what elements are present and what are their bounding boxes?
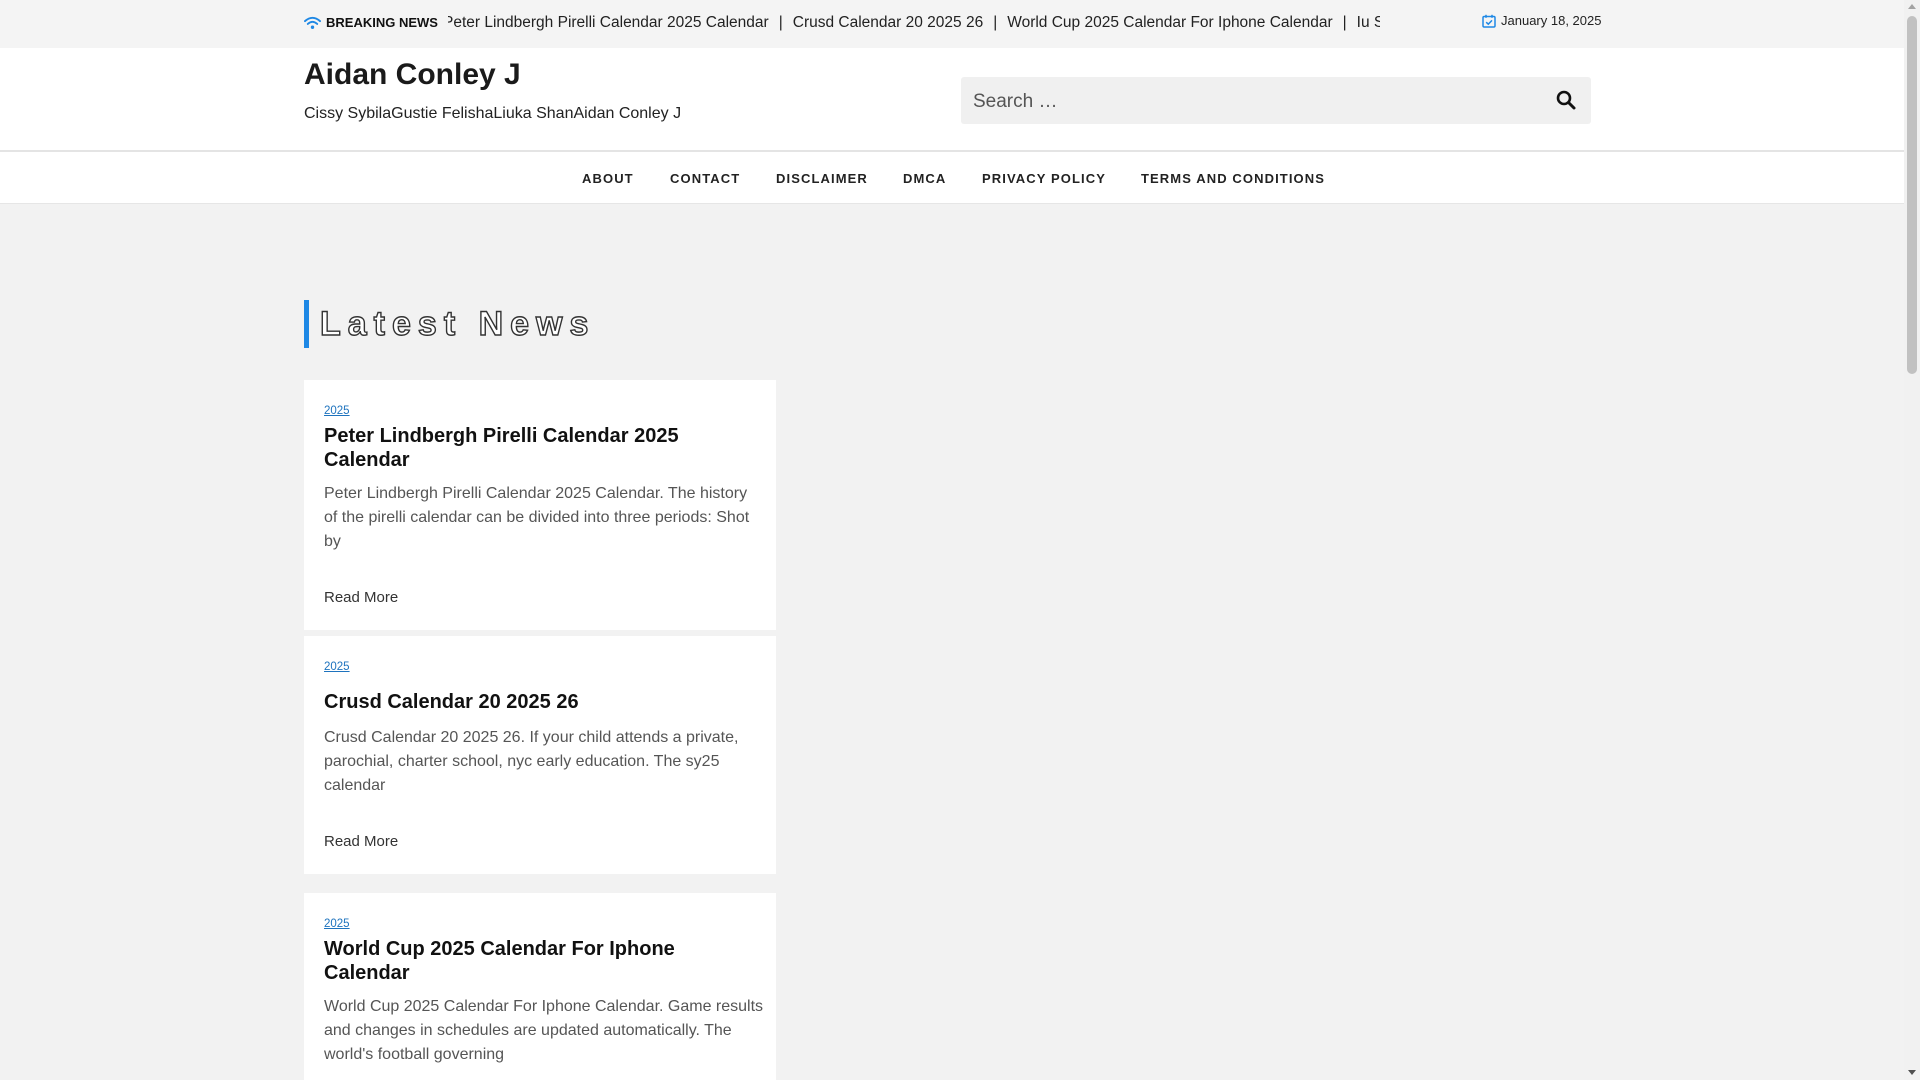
news-ticker-track: Peter Lindbergh Pirelli Calendar 2025 Ca… xyxy=(448,14,1380,32)
nav-item-about[interactable]: ABOUT xyxy=(582,171,634,186)
search-button[interactable] xyxy=(1555,89,1577,111)
read-more-link[interactable]: Read More xyxy=(324,589,398,606)
ticker-separator: | xyxy=(993,14,998,31)
read-more-link[interactable]: Read More xyxy=(324,833,398,850)
ticker-item[interactable]: World Cup 2025 Calendar For Iphone Calen… xyxy=(1007,14,1332,31)
calendar-check-icon xyxy=(1482,14,1496,28)
scroll-up-arrow-icon[interactable] xyxy=(1908,4,1916,9)
post-excerpt: World Cup 2025 Calendar For Iphone Calen… xyxy=(324,998,764,1063)
main-navigation: ABOUT CONTACT DISCLAIMER DMCA PRIVACY PO… xyxy=(0,152,1904,204)
post-card: 2025 World Cup 2025 Calendar For Iphone … xyxy=(304,893,776,1080)
ticker-item[interactable]: Peter Lindbergh Pirelli Calendar 2025 Ca… xyxy=(448,14,769,31)
ticker-item[interactable]: Crusd Calendar 20 2025 26 xyxy=(793,14,983,31)
search-input[interactable] xyxy=(971,77,1535,126)
nav-item-privacy-policy[interactable]: PRIVACY POLICY xyxy=(982,171,1106,186)
nav-item-contact[interactable]: CONTACT xyxy=(670,171,740,186)
post-category-link[interactable]: 2025 xyxy=(324,661,350,673)
current-date: January 18, 2025 xyxy=(1482,13,1601,28)
site-title[interactable]: Aidan Conley J xyxy=(304,58,521,92)
scroll-down-arrow-icon[interactable] xyxy=(1908,1070,1916,1075)
post-category-link[interactable]: 2025 xyxy=(324,405,350,417)
site-header: Aidan Conley J Cissy SybilaGustie Felish… xyxy=(0,48,1904,150)
post-card: 2025 Crusd Calendar 20 2025 26 Crusd Cal… xyxy=(304,636,776,874)
ticker-separator: | xyxy=(1342,14,1347,31)
news-ticker: Peter Lindbergh Pirelli Calendar 2025 Ca… xyxy=(448,14,1380,34)
nav-item-dmca[interactable]: DMCA xyxy=(903,171,946,186)
ticker-item[interactable]: Iu School Calendar 2025 xyxy=(1357,14,1380,31)
post-excerpt: Peter Lindbergh Pirelli Calendar 2025 Ca… xyxy=(324,485,750,550)
nav-item-disclaimer[interactable]: DISCLAIMER xyxy=(776,171,868,186)
search-icon xyxy=(1556,90,1576,110)
nav-item-terms-and-conditions[interactable]: TERMS AND CONDITIONS xyxy=(1141,171,1325,186)
vertical-scrollbar[interactable] xyxy=(1904,0,1920,1080)
ticker-separator: | xyxy=(778,14,783,31)
current-date-text: January 18, 2025 xyxy=(1501,13,1602,28)
post-title[interactable]: Peter Lindbergh Pirelli Calendar 2025 Ca… xyxy=(324,424,764,472)
top-bar: BREAKING NEWS Peter Lindbergh Pirelli Ca… xyxy=(0,0,1904,48)
post-title[interactable]: Crusd Calendar 20 2025 26 xyxy=(324,690,764,714)
section-title: Latest News xyxy=(304,300,595,348)
post-excerpt: Crusd Calendar 20 2025 26. If your child… xyxy=(324,729,739,794)
search-form xyxy=(961,77,1591,126)
scrollbar-thumb[interactable] xyxy=(1907,16,1917,374)
post-title[interactable]: World Cup 2025 Calendar For Iphone Calen… xyxy=(324,937,764,985)
site-tagline: Cissy SybilaGustie FelishaLiuka ShanAida… xyxy=(304,105,682,122)
page: BREAKING NEWS Peter Lindbergh Pirelli Ca… xyxy=(0,0,1904,1080)
breaking-news-text: BREAKING NEWS xyxy=(326,15,438,30)
post-card: 2025 Peter Lindbergh Pirelli Calendar 20… xyxy=(304,380,776,630)
post-category-link[interactable]: 2025 xyxy=(324,918,350,930)
breaking-news-label: BREAKING NEWS xyxy=(304,15,438,30)
wifi-icon xyxy=(304,16,321,29)
